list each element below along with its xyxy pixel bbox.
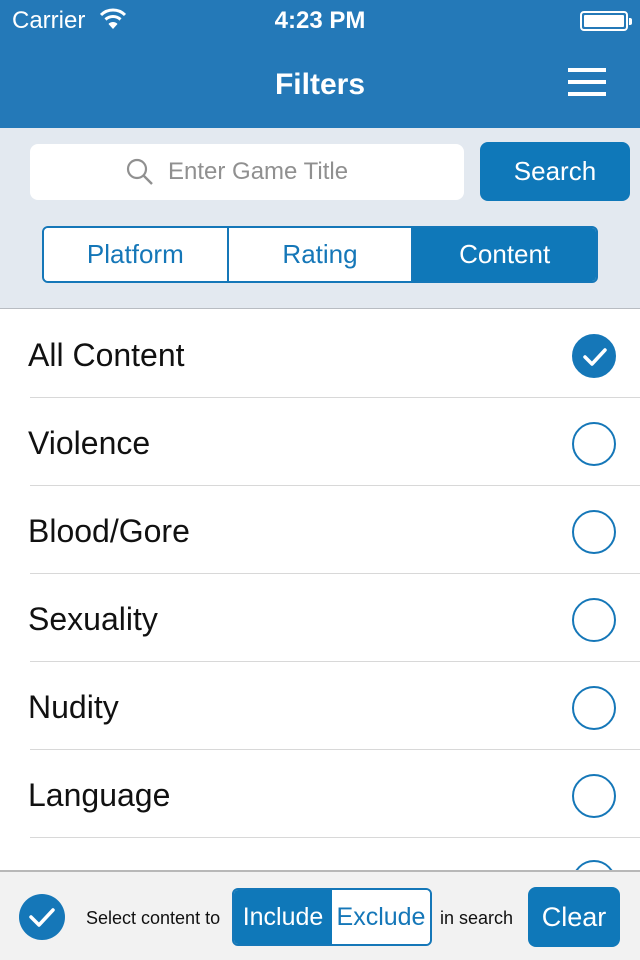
- include-option[interactable]: Include: [234, 890, 332, 944]
- list-item-nudity[interactable]: Nudity: [28, 662, 640, 750]
- checkbox-unchecked-icon[interactable]: [572, 774, 616, 818]
- list-item-label: Language: [28, 777, 171, 813]
- list-item-blood-gore[interactable]: Blood/Gore: [28, 486, 640, 574]
- clear-button[interactable]: Clear: [528, 887, 620, 947]
- checkbox-unchecked-icon[interactable]: [572, 510, 616, 554]
- list-item-label: Nudity: [28, 689, 119, 725]
- search-field[interactable]: [30, 144, 464, 200]
- select-content-label: Select content to: [86, 908, 221, 928]
- list-item-language[interactable]: Language: [28, 750, 640, 838]
- tab-content[interactable]: Content: [411, 228, 596, 281]
- clock: 4:23 PM: [274, 7, 366, 34]
- bottom-toolbar: Select content to Include Exclude in sea…: [0, 870, 640, 960]
- search-button[interactable]: Search: [480, 142, 630, 201]
- content-list: All Content Violence Blood/Gore Sexualit…: [0, 310, 640, 838]
- checkmark-checked-icon[interactable]: [572, 334, 616, 378]
- include-exclude-toggle: Include Exclude: [232, 888, 432, 946]
- checkbox-unchecked-icon[interactable]: [572, 598, 616, 642]
- list-item-label: Sexuality: [28, 601, 158, 637]
- exclude-option[interactable]: Exclude: [332, 890, 430, 944]
- list-item-sexuality[interactable]: Sexuality: [28, 574, 640, 662]
- list-item-label: All Content: [28, 337, 185, 373]
- navigation-header: Carrier 4:23 PM Filters: [0, 0, 640, 128]
- search-icon: [126, 158, 153, 185]
- hamburger-menu-icon[interactable]: [566, 68, 610, 98]
- tab-rating[interactable]: Rating: [226, 228, 412, 281]
- status-bar: Carrier 4:23 PM: [0, 0, 640, 40]
- checkbox-unchecked-icon[interactable]: [572, 686, 616, 730]
- filter-panel: Search Platform Rating Content: [0, 128, 640, 309]
- filter-tabs: Platform Rating Content: [42, 226, 598, 283]
- list-item-label: Violence: [28, 425, 151, 461]
- checkbox-unchecked-icon[interactable]: [572, 422, 616, 466]
- battery-icon: [580, 11, 632, 31]
- list-item-label: Blood/Gore: [28, 513, 190, 549]
- list-item-all-content[interactable]: All Content: [28, 310, 640, 398]
- include-toggle-check-icon[interactable]: [19, 894, 65, 940]
- in-search-label: in search: [440, 908, 514, 928]
- list-item-violence[interactable]: Violence: [28, 398, 640, 486]
- search-input[interactable]: [168, 158, 368, 186]
- tab-platform[interactable]: Platform: [44, 228, 227, 281]
- page-title: Filters: [274, 68, 366, 101]
